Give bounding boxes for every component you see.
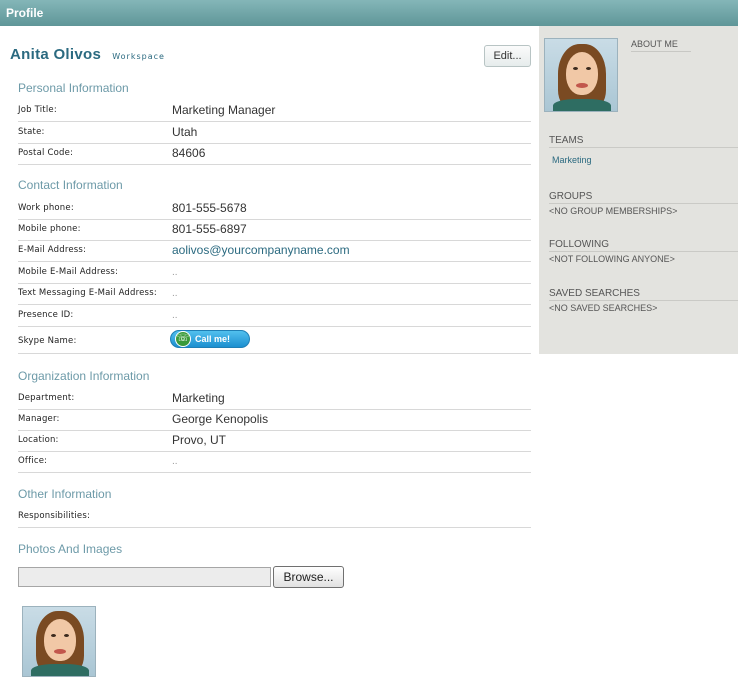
field-value: Marketing Manager [172, 103, 276, 117]
user-name: Anita Olivos [10, 46, 102, 63]
edit-button[interactable]: Edit... [484, 45, 531, 67]
field-value: Utah [172, 125, 198, 139]
photo-eye-left [573, 67, 578, 70]
field-row-mobile-email: Mobile E-Mail Address: .. [18, 262, 531, 284]
field-row-office: Office: .. [18, 451, 531, 473]
photo-shirt [31, 664, 89, 676]
uploaded-photo-thumbnail[interactable] [22, 606, 96, 677]
field-row-work-phone: Work phone: 801-555-5678 [18, 198, 531, 220]
field-label: Postal Code: [18, 148, 74, 158]
field-row-responsibilities: Responsibilities: [18, 506, 531, 528]
profile-header: Anita Olivos Workspace [10, 44, 165, 64]
photo-lips [576, 83, 588, 88]
window-title-bar: Profile [0, 0, 738, 26]
field-value: 801-555-5678 [172, 201, 247, 215]
field-row-mobile-phone: Mobile phone: 801-555-6897 [18, 219, 531, 241]
groups-value: <NO GROUP MEMBERSHIPS> [549, 206, 678, 216]
section-heading-organization: Organization Information [18, 369, 150, 383]
section-heading-other: Other Information [18, 487, 112, 501]
about-me-divider [631, 51, 691, 52]
field-label: Office: [18, 456, 48, 466]
field-label: Job Title: [18, 105, 57, 115]
section-heading-photos: Photos And Images [18, 542, 123, 556]
skype-phone-icon: ☏ [175, 331, 191, 347]
photo-lips [54, 649, 66, 654]
field-value: .. [172, 310, 178, 321]
photo-eye-right [586, 67, 591, 70]
photo-eye-right [64, 634, 69, 637]
field-row-state: State: Utah [18, 122, 531, 144]
section-heading-personal: Personal Information [18, 81, 129, 95]
field-row-job-title: Job Title: Marketing Manager [18, 100, 531, 122]
groups-heading: GROUPS [549, 191, 738, 204]
field-label: Mobile phone: [18, 224, 81, 234]
field-row-skype-name: Skype Name: ☏ Call me! [18, 328, 531, 354]
field-label: State: [18, 127, 45, 137]
photo-face [44, 619, 76, 661]
email-link[interactable]: aolivos@yourcompanyname.com [172, 243, 350, 257]
field-value: Provo, UT [172, 433, 227, 447]
saved-searches-value: <NO SAVED SEARCHES> [549, 303, 658, 313]
field-value: 84606 [172, 146, 206, 160]
field-row-text-messaging-email: Text Messaging E-Mail Address: .. [18, 283, 531, 305]
window-title: Profile [6, 6, 44, 20]
section-heading-contact: Contact Information [18, 178, 123, 192]
field-label: Mobile E-Mail Address: [18, 267, 119, 277]
browse-button[interactable]: Browse... [273, 566, 344, 588]
team-link-marketing[interactable]: Marketing [552, 155, 592, 165]
workspace-link[interactable]: Workspace [112, 52, 165, 61]
field-row-location: Location: Provo, UT [18, 430, 531, 452]
field-row-manager: Manager: George Kenopolis [18, 409, 531, 431]
field-label: Text Messaging E-Mail Address: [18, 288, 157, 298]
field-row-postal-code: Postal Code: 84606 [18, 143, 531, 165]
photo-face [566, 52, 598, 95]
teams-heading: TEAMS [549, 135, 738, 148]
skype-call-label: Call me! [195, 334, 231, 344]
field-row-department: Department: Marketing [18, 388, 531, 410]
photo-shirt [553, 99, 611, 111]
field-value: George Kenopolis [172, 412, 269, 426]
photo-eye-left [51, 634, 56, 637]
field-value: .. [172, 456, 178, 467]
photo-file-input[interactable] [18, 567, 271, 587]
field-value: .. [172, 267, 178, 278]
profile-photo[interactable] [544, 38, 618, 112]
about-me-heading: ABOUT ME [631, 39, 678, 49]
field-value: Marketing [172, 391, 225, 405]
field-label: Department: [18, 393, 75, 403]
following-heading: FOLLOWING [549, 239, 738, 252]
field-label: Skype Name: [18, 336, 77, 346]
field-label: Responsibilities: [18, 511, 91, 521]
field-row-presence-id: Presence ID: .. [18, 305, 531, 327]
field-value: .. [172, 288, 178, 299]
field-label: Work phone: [18, 203, 74, 213]
field-value: 801-555-6897 [172, 222, 247, 236]
saved-searches-heading: SAVED SEARCHES [549, 288, 738, 301]
field-row-email: E-Mail Address: aolivos@yourcompanyname.… [18, 240, 531, 262]
field-label: E-Mail Address: [18, 245, 87, 255]
field-label: Presence ID: [18, 310, 74, 320]
field-label: Manager: [18, 414, 60, 424]
field-label: Location: [18, 435, 59, 445]
following-value: <NOT FOLLOWING ANYONE> [549, 254, 675, 264]
skype-call-button[interactable]: ☏ Call me! [170, 330, 250, 348]
